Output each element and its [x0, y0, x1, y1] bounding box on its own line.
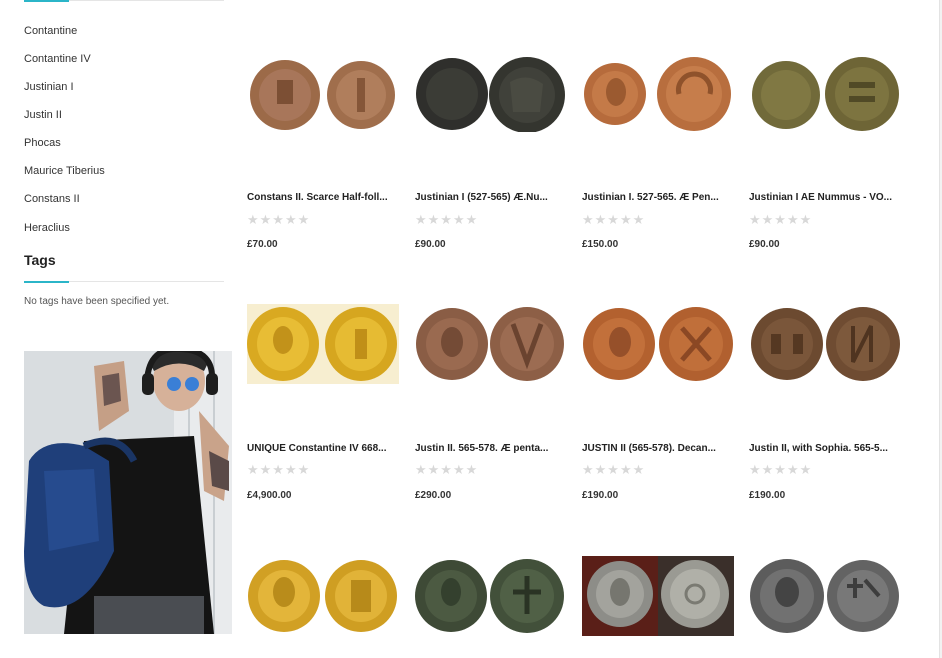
product-name[interactable]: Justinian I AE Nummus - VO...: [749, 192, 904, 203]
product-price: £70.00: [247, 239, 278, 250]
product-image[interactable]: [415, 556, 567, 636]
rating-stars-icon: ★★★★★: [749, 212, 813, 227]
product-image[interactable]: [582, 304, 734, 384]
product-price: £4,900.00: [247, 490, 292, 501]
product-image[interactable]: [582, 52, 734, 132]
rating-stars-icon: ★★★★★: [247, 212, 311, 227]
product-price: £290.00: [415, 490, 452, 501]
rating-stars-icon: ★★★★★: [582, 462, 646, 477]
product-price: £190.00: [582, 490, 619, 501]
product-image[interactable]: [247, 556, 399, 636]
rating-stars-icon: ★★★★★: [582, 212, 646, 227]
category-item-maurice-tiberius[interactable]: Maurice Tiberius: [24, 164, 105, 178]
product-price: £90.00: [749, 239, 780, 250]
product-name[interactable]: Justinian I (527-565) Æ.Nu...: [415, 192, 570, 203]
product-image[interactable]: [415, 304, 567, 384]
rating-stars-icon: ★★★★★: [247, 462, 311, 477]
category-item-contantine[interactable]: Contantine: [24, 24, 77, 38]
tags-rule: [24, 281, 224, 283]
product-image[interactable]: [247, 304, 399, 384]
product-image[interactable]: [247, 52, 399, 132]
categories-rule: [24, 0, 224, 2]
category-item-heraclius[interactable]: Heraclius: [24, 221, 70, 235]
rating-stars-icon: ★★★★★: [749, 462, 813, 477]
promo-banner-image[interactable]: [24, 351, 232, 634]
product-price: £90.00: [415, 239, 446, 250]
product-image[interactable]: [749, 556, 901, 636]
product-name[interactable]: UNIQUE Constantine IV 668...: [247, 443, 402, 454]
category-item-justin-ii[interactable]: Justin II: [24, 108, 62, 122]
tags-empty-message: No tags have been specified yet.: [24, 296, 170, 307]
banner-photo-illustration: [24, 351, 232, 634]
tags-rule-accent: [24, 281, 69, 283]
product-name[interactable]: Justin II, with Sophia. 565-5...: [749, 443, 904, 454]
product-price: £190.00: [749, 490, 786, 501]
product-image[interactable]: [749, 304, 901, 384]
product-name[interactable]: Justin II. 565-578. Æ penta...: [415, 443, 570, 454]
product-name[interactable]: Justinian I. 527-565. Æ Pen...: [582, 192, 737, 203]
category-item-contantine-iv[interactable]: Contantine IV: [24, 52, 91, 66]
category-item-phocas[interactable]: Phocas: [24, 136, 61, 150]
product-name[interactable]: JUSTIN II (565-578). Decan...: [582, 443, 737, 454]
category-item-constans-ii[interactable]: Constans II: [24, 192, 80, 206]
product-image[interactable]: [582, 556, 734, 636]
rating-stars-icon: ★★★★★: [415, 212, 479, 227]
product-image[interactable]: [749, 52, 901, 132]
categories-rule-accent: [24, 0, 69, 2]
product-price: £150.00: [582, 239, 619, 250]
product-image[interactable]: [415, 52, 567, 132]
tags-heading: Tags: [24, 252, 56, 268]
product-name[interactable]: Constans II. Scarce Half-foll...: [247, 192, 402, 203]
category-item-justinian-i[interactable]: Justinian I: [24, 80, 74, 94]
rating-stars-icon: ★★★★★: [415, 462, 479, 477]
